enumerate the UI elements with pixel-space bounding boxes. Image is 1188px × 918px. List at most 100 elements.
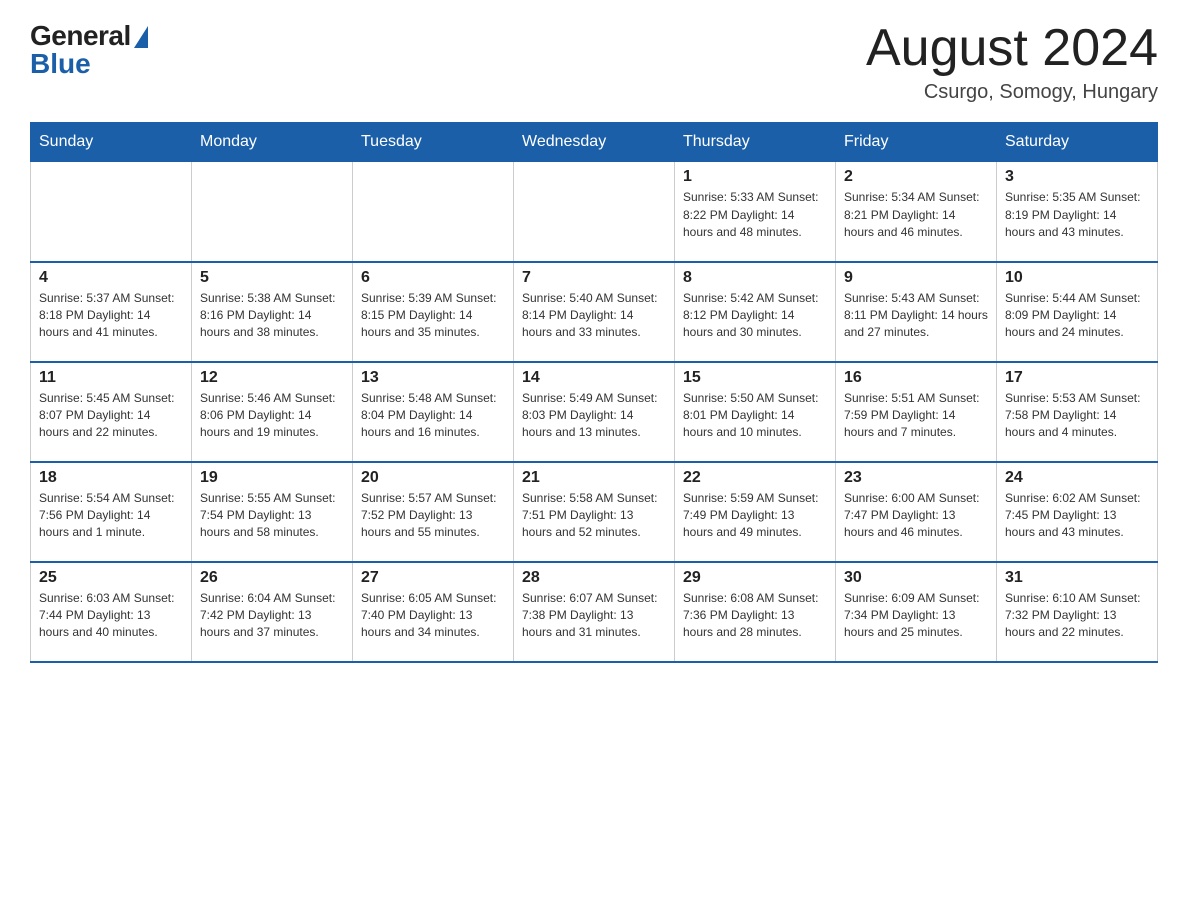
day-number: 15 [683, 369, 827, 387]
day-info: Sunrise: 5:57 AM Sunset: 7:52 PM Dayligh… [361, 490, 505, 542]
day-number: 3 [1005, 168, 1149, 186]
calendar-week-row-4: 18Sunrise: 5:54 AM Sunset: 7:56 PM Dayli… [31, 462, 1158, 562]
calendar-cell: 11 Sunrise: 5:45 AM Sunset: 8:07 PM Dayli… [31, 362, 192, 462]
month-title: August 2024 [866, 20, 1158, 77]
day-number: 9 [844, 269, 988, 287]
calendar-cell: 27 Sunrise: 6:05 AM Sunset: 7:40 PM Dayli… [353, 562, 514, 662]
day-number: 1 [683, 168, 827, 186]
calendar-cell: 7 Sunrise: 5:40 AM Sunset: 8:14 PM Daylig… [514, 262, 675, 362]
day-number: 12 [200, 369, 344, 387]
day-info: Sunrise: 6:03 AM Sunset: 7:44 PM Dayligh… [39, 590, 183, 642]
day-number: 17 [1005, 369, 1149, 387]
day-number: 21 [522, 469, 666, 487]
weekday-header-saturday: Saturday [997, 123, 1158, 162]
day-number: 11 [39, 369, 183, 387]
calendar-cell: 17 Sunrise: 5:53 AM Sunset: 7:58 PM Dayli… [997, 362, 1158, 462]
calendar-table: SundayMondayTuesdayWednesdayThursdayFrid… [30, 122, 1158, 663]
calendar-cell: 5 Sunrise: 5:38 AM Sunset: 8:16 PM Daylig… [192, 262, 353, 362]
day-number: 22 [683, 469, 827, 487]
calendar-week-row-1: 1 Sunrise: 5:33 AM Sunset: 8:22 PM Daylig… [31, 162, 1158, 262]
day-number: 14 [522, 369, 666, 387]
day-number: 5 [200, 269, 344, 287]
logo-blue-text: Blue [30, 48, 91, 80]
day-info: Sunrise: 6:02 AM Sunset: 7:45 PM Dayligh… [1005, 490, 1149, 542]
day-info: Sunrise: 5:39 AM Sunset: 8:15 PM Dayligh… [361, 290, 505, 342]
day-info: Sunrise: 5:35 AM Sunset: 8:19 PM Dayligh… [1005, 189, 1149, 241]
logo: General Blue [30, 20, 148, 80]
day-number: 13 [361, 369, 505, 387]
day-number: 6 [361, 269, 505, 287]
calendar-cell: 12 Sunrise: 5:46 AM Sunset: 8:06 PM Dayli… [192, 362, 353, 462]
calendar-cell: 15 Sunrise: 5:50 AM Sunset: 8:01 PM Dayli… [675, 362, 836, 462]
day-info: Sunrise: 6:00 AM Sunset: 7:47 PM Dayligh… [844, 490, 988, 542]
day-info: Sunrise: 5:37 AM Sunset: 8:18 PM Dayligh… [39, 290, 183, 342]
day-info: Sunrise: 5:45 AM Sunset: 8:07 PM Dayligh… [39, 390, 183, 442]
day-info: Sunrise: 5:55 AM Sunset: 7:54 PM Dayligh… [200, 490, 344, 542]
calendar-cell: 18Sunrise: 5:54 AM Sunset: 7:56 PM Dayli… [31, 462, 192, 562]
day-number: 16 [844, 369, 988, 387]
day-info: Sunrise: 5:59 AM Sunset: 7:49 PM Dayligh… [683, 490, 827, 542]
day-info: Sunrise: 6:08 AM Sunset: 7:36 PM Dayligh… [683, 590, 827, 642]
day-number: 10 [1005, 269, 1149, 287]
day-number: 2 [844, 168, 988, 186]
day-info: Sunrise: 6:05 AM Sunset: 7:40 PM Dayligh… [361, 590, 505, 642]
calendar-cell: 13 Sunrise: 5:48 AM Sunset: 8:04 PM Dayli… [353, 362, 514, 462]
title-block: August 2024 Csurgo, Somogy, Hungary [866, 20, 1158, 104]
day-number: 31 [1005, 569, 1149, 587]
calendar-cell [192, 162, 353, 262]
day-number: 25 [39, 569, 183, 587]
calendar-week-row-2: 4 Sunrise: 5:37 AM Sunset: 8:18 PM Daylig… [31, 262, 1158, 362]
calendar-cell: 29Sunrise: 6:08 AM Sunset: 7:36 PM Dayli… [675, 562, 836, 662]
calendar-cell: 2Sunrise: 5:34 AM Sunset: 8:21 PM Daylig… [836, 162, 997, 262]
day-number: 18 [39, 469, 183, 487]
day-number: 23 [844, 469, 988, 487]
calendar-cell: 9Sunrise: 5:43 AM Sunset: 8:11 PM Daylig… [836, 262, 997, 362]
day-info: Sunrise: 5:38 AM Sunset: 8:16 PM Dayligh… [200, 290, 344, 342]
location-text: Csurgo, Somogy, Hungary [866, 81, 1158, 104]
weekday-header-wednesday: Wednesday [514, 123, 675, 162]
day-number: 7 [522, 269, 666, 287]
day-info: Sunrise: 6:07 AM Sunset: 7:38 PM Dayligh… [522, 590, 666, 642]
day-number: 27 [361, 569, 505, 587]
calendar-cell: 23 Sunrise: 6:00 AM Sunset: 7:47 PM Dayli… [836, 462, 997, 562]
day-number: 20 [361, 469, 505, 487]
calendar-cell: 16Sunrise: 5:51 AM Sunset: 7:59 PM Dayli… [836, 362, 997, 462]
day-number: 8 [683, 269, 827, 287]
day-number: 24 [1005, 469, 1149, 487]
day-info: Sunrise: 5:49 AM Sunset: 8:03 PM Dayligh… [522, 390, 666, 442]
calendar-cell: 25 Sunrise: 6:03 AM Sunset: 7:44 PM Dayli… [31, 562, 192, 662]
weekday-header-friday: Friday [836, 123, 997, 162]
day-info: Sunrise: 5:48 AM Sunset: 8:04 PM Dayligh… [361, 390, 505, 442]
day-info: Sunrise: 5:53 AM Sunset: 7:58 PM Dayligh… [1005, 390, 1149, 442]
day-number: 30 [844, 569, 988, 587]
day-info: Sunrise: 5:40 AM Sunset: 8:14 PM Dayligh… [522, 290, 666, 342]
calendar-cell: 4 Sunrise: 5:37 AM Sunset: 8:18 PM Daylig… [31, 262, 192, 362]
calendar-week-row-5: 25 Sunrise: 6:03 AM Sunset: 7:44 PM Dayli… [31, 562, 1158, 662]
day-info: Sunrise: 5:58 AM Sunset: 7:51 PM Dayligh… [522, 490, 666, 542]
calendar-cell: 22 Sunrise: 5:59 AM Sunset: 7:49 PM Dayli… [675, 462, 836, 562]
calendar-cell [31, 162, 192, 262]
calendar-cell: 30Sunrise: 6:09 AM Sunset: 7:34 PM Dayli… [836, 562, 997, 662]
day-number: 19 [200, 469, 344, 487]
day-number: 28 [522, 569, 666, 587]
calendar-cell [514, 162, 675, 262]
weekday-header-tuesday: Tuesday [353, 123, 514, 162]
calendar-cell: 21 Sunrise: 5:58 AM Sunset: 7:51 PM Dayli… [514, 462, 675, 562]
weekday-header-sunday: Sunday [31, 123, 192, 162]
weekday-header-monday: Monday [192, 123, 353, 162]
calendar-cell: 31 Sunrise: 6:10 AM Sunset: 7:32 PM Dayli… [997, 562, 1158, 662]
day-number: 4 [39, 269, 183, 287]
day-info: Sunrise: 5:33 AM Sunset: 8:22 PM Dayligh… [683, 189, 827, 241]
calendar-cell: 28 Sunrise: 6:07 AM Sunset: 7:38 PM Dayli… [514, 562, 675, 662]
day-info: Sunrise: 5:50 AM Sunset: 8:01 PM Dayligh… [683, 390, 827, 442]
weekday-header-thursday: Thursday [675, 123, 836, 162]
day-info: Sunrise: 6:04 AM Sunset: 7:42 PM Dayligh… [200, 590, 344, 642]
calendar-week-row-3: 11 Sunrise: 5:45 AM Sunset: 8:07 PM Dayli… [31, 362, 1158, 462]
day-info: Sunrise: 6:10 AM Sunset: 7:32 PM Dayligh… [1005, 590, 1149, 642]
calendar-cell: 19 Sunrise: 5:55 AM Sunset: 7:54 PM Dayli… [192, 462, 353, 562]
calendar-cell: 24 Sunrise: 6:02 AM Sunset: 7:45 PM Dayli… [997, 462, 1158, 562]
day-info: Sunrise: 5:46 AM Sunset: 8:06 PM Dayligh… [200, 390, 344, 442]
day-info: Sunrise: 5:42 AM Sunset: 8:12 PM Dayligh… [683, 290, 827, 342]
day-info: Sunrise: 5:44 AM Sunset: 8:09 PM Dayligh… [1005, 290, 1149, 342]
day-number: 26 [200, 569, 344, 587]
